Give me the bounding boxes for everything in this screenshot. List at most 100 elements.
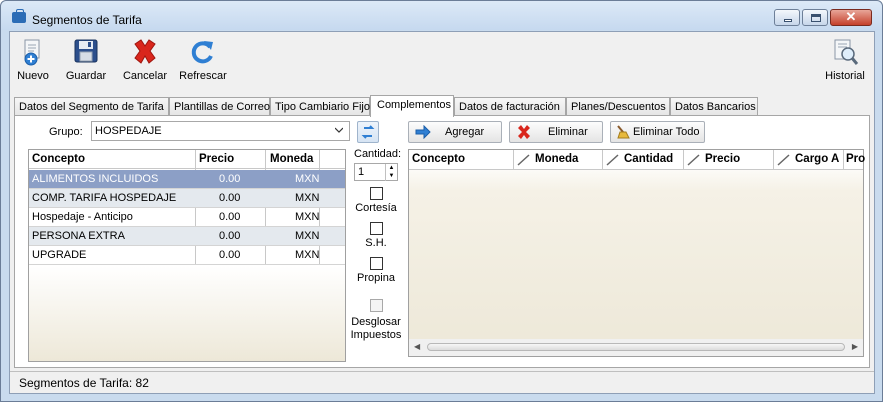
agregar-button[interactable]: Agregar: [408, 121, 502, 143]
desglosar-impuestos-checkbox[interactable]: [370, 299, 383, 312]
tab-strip: Datos del Segmento de Tarifa Plantillas …: [14, 95, 864, 117]
cell-concepto: ALIMENTOS INCLUIDOS: [32, 173, 159, 185]
table-row[interactable]: ALIMENTOS INCLUIDOS 0.00 MXN: [29, 170, 345, 189]
tab-datos-bancarios[interactable]: Datos Bancarios: [670, 97, 758, 116]
cell-concepto: Hospedaje - Anticipo: [32, 211, 133, 223]
table-row[interactable]: Hospedaje - Anticipo 0.00 MXN: [29, 208, 345, 227]
grupo-label: Grupo:: [49, 126, 83, 138]
spin-buttons[interactable]: ▲ ▼: [385, 164, 397, 181]
toolbar: Nuevo Guardar Cancelar Refrescar Histori…: [10, 32, 874, 92]
cell-precio: 0.00: [219, 173, 241, 185]
close-button[interactable]: ✕: [830, 9, 872, 26]
grupo-refresh-button[interactable]: [357, 121, 379, 143]
eliminar-todo-button[interactable]: Eliminar Todo: [610, 121, 705, 143]
scroll-left-icon[interactable]: ◀: [414, 342, 420, 351]
cortesia-checkbox[interactable]: [370, 187, 383, 200]
cantidad-stepper[interactable]: 1 ▲ ▼: [354, 163, 398, 181]
minimize-button[interactable]: [774, 9, 800, 26]
grupo-select[interactable]: HOSPEDAJE: [91, 121, 350, 141]
propina-label: Propina: [357, 272, 395, 284]
client-area: Nuevo Guardar Cancelar Refrescar Histori…: [9, 31, 875, 394]
table-row[interactable]: COMP. TARIFA HOSPEDAJE 0.00 MXN: [29, 189, 345, 208]
table-row[interactable]: PERSONA EXTRA 0.00 MXN: [29, 227, 345, 246]
col-moneda[interactable]: Moneda: [270, 153, 313, 165]
tab-planes-descuentos[interactable]: Planes/Descuentos: [566, 97, 670, 116]
edit-pen-icon: [687, 154, 700, 166]
cell-concepto: UPGRADE: [32, 249, 87, 261]
horizontal-scrollbar[interactable]: ◀ ▶: [409, 339, 863, 356]
maximize-icon: [811, 14, 821, 22]
complementos-grid: Concepto Moneda Cantidad Precio Cargo A …: [408, 149, 865, 357]
tab-complementos[interactable]: Complementos: [370, 95, 454, 117]
eliminar-button[interactable]: Eliminar: [509, 121, 603, 143]
broom-icon: [617, 125, 630, 139]
delete-x-icon: [518, 125, 530, 139]
table-row[interactable]: UPGRADE 0.00 MXN: [29, 246, 345, 265]
complementos-panel: Grupo: HOSPEDAJE Concepto Precio Moneda: [14, 115, 870, 368]
cell-moneda: MXN: [295, 211, 320, 223]
status-bar: Segmentos de Tarifa: 82: [10, 371, 874, 393]
nuevo-button[interactable]: Nuevo: [14, 38, 52, 82]
cell-precio: 0.00: [219, 249, 241, 261]
cantidad-value: 1: [358, 166, 365, 178]
tab-datos-segmento[interactable]: Datos del Segmento de Tarifa: [14, 97, 169, 116]
chevron-down-icon: [335, 127, 343, 133]
refrescar-button[interactable]: Refrescar: [176, 38, 230, 82]
refrescar-label: Refrescar: [179, 70, 227, 82]
cell-precio: 0.00: [219, 230, 241, 242]
maximize-button[interactable]: [802, 9, 828, 26]
eliminar-todo-label: Eliminar Todo: [633, 126, 700, 138]
history-magnifier-icon: [831, 38, 859, 66]
cell-moneda: MXN: [295, 230, 320, 242]
tab-tipo-cambiario[interactable]: Tipo Cambiario Fijo: [270, 97, 370, 116]
edit-pen-icon: [606, 154, 619, 166]
conceptos-grid: Concepto Precio Moneda ALIMENTOS INCLUID…: [28, 149, 346, 362]
historial-label: Historial: [825, 70, 865, 82]
cancelar-button[interactable]: Cancelar: [121, 38, 169, 82]
minimize-icon: [784, 19, 792, 22]
col-cargo-a[interactable]: Cargo A: [795, 153, 839, 165]
tab-datos-facturacion[interactable]: Datos de facturación: [454, 97, 566, 116]
spin-up-icon[interactable]: ▲: [386, 164, 397, 172]
col-concepto[interactable]: Concepto: [32, 153, 85, 165]
cancelar-label: Cancelar: [122, 70, 168, 82]
save-disk-icon: [72, 38, 100, 66]
refresh-icon: [189, 38, 217, 66]
cell-precio: 0.00: [219, 192, 241, 204]
guardar-label: Guardar: [65, 70, 107, 82]
col-precio[interactable]: Precio: [199, 153, 234, 165]
tab-plantillas-correo[interactable]: Plantillas de Correo: [169, 97, 270, 116]
conceptos-grid-header: Concepto Precio Moneda: [29, 150, 345, 169]
grupo-value: HOSPEDAJE: [95, 125, 162, 137]
status-text: Segmentos de Tarifa: 82: [19, 376, 149, 390]
window-title: Segmentos de Tarifa: [32, 13, 142, 27]
col-moneda[interactable]: Moneda: [535, 153, 578, 165]
desglosar-label: Desglosar: [351, 316, 401, 328]
guardar-button[interactable]: Guardar: [62, 38, 110, 82]
col-pro[interactable]: Pro: [846, 153, 865, 165]
scroll-right-icon[interactable]: ▶: [852, 342, 858, 351]
sh-checkbox[interactable]: [370, 222, 383, 235]
propina-checkbox[interactable]: [370, 257, 383, 270]
cancel-x-icon: [131, 38, 159, 66]
nuevo-label: Nuevo: [17, 70, 49, 82]
title-bar: Segmentos de Tarifa ✕: [1, 1, 882, 30]
edit-pen-icon: [777, 154, 790, 166]
historial-button[interactable]: Historial: [820, 38, 870, 82]
app-window: Segmentos de Tarifa ✕ Nuevo Guardar Canc…: [0, 0, 883, 402]
cell-concepto: PERSONA EXTRA: [32, 230, 125, 242]
scroll-thumb[interactable]: [427, 343, 845, 351]
refresh-icon: [361, 125, 375, 139]
col-precio[interactable]: Precio: [705, 153, 740, 165]
eliminar-label: Eliminar: [548, 126, 588, 138]
spin-down-icon[interactable]: ▼: [386, 172, 397, 180]
cell-moneda: MXN: [295, 173, 320, 185]
app-icon: [12, 9, 26, 23]
col-cantidad[interactable]: Cantidad: [624, 153, 673, 165]
cell-moneda: MXN: [295, 192, 320, 204]
cell-moneda: MXN: [295, 249, 320, 261]
sh-label: S.H.: [365, 237, 387, 249]
arrow-right-icon: [415, 125, 431, 139]
cortesia-label: Cortesía: [355, 202, 397, 214]
col-concepto[interactable]: Concepto: [412, 153, 465, 165]
